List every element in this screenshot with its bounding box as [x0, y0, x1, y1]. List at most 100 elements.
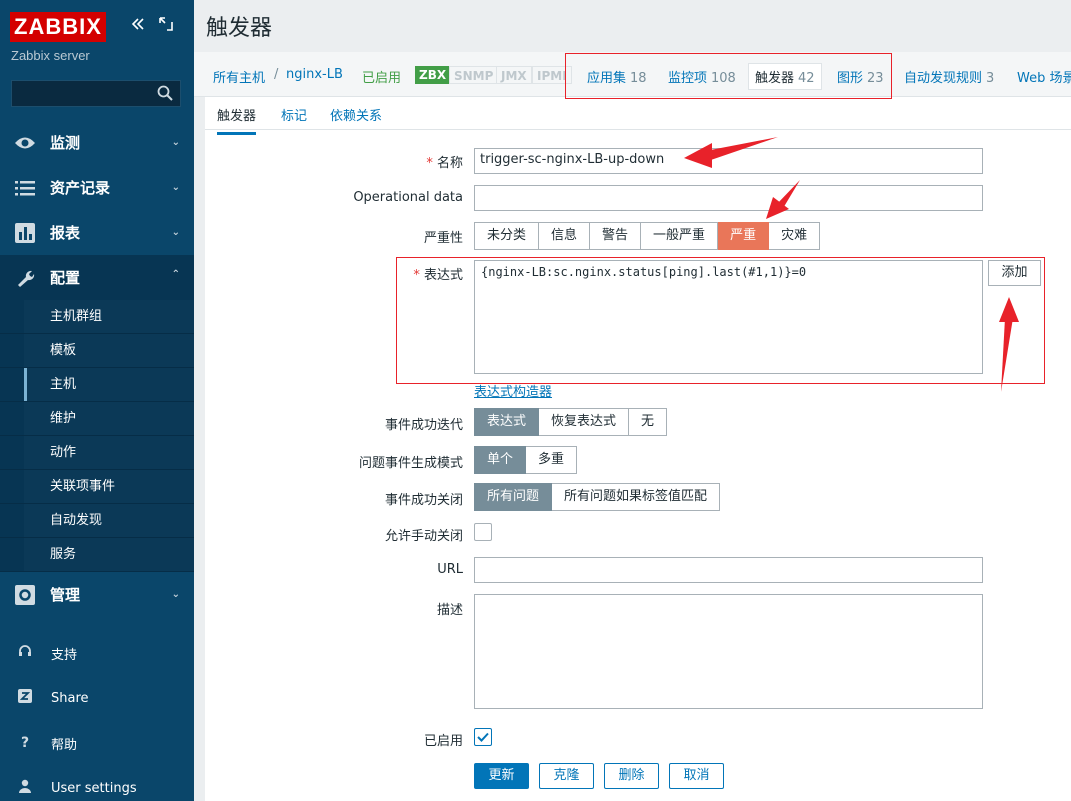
nav-share[interactable]: Share — [0, 680, 194, 716]
breadcrumb-host[interactable]: nginx-LB — [286, 67, 343, 82]
nav-inventory[interactable]: 资产记录 ⌄ — [0, 165, 194, 210]
wrench-icon — [14, 267, 36, 289]
sidebar: ZABBIX Zabbix server 监测 ⌄ 资产记录 ⌄ 报表 ⌄ 配置… — [0, 0, 194, 801]
tab-tags[interactable]: 标记 — [281, 105, 307, 124]
ok-event-selector: 表达式 恢复表达式 无 — [474, 408, 668, 436]
opdata-field[interactable] — [474, 185, 983, 211]
opdata-label: Operational data — [353, 190, 463, 205]
url-field[interactable] — [474, 557, 983, 583]
search-input[interactable] — [11, 80, 181, 107]
check-icon — [477, 732, 489, 742]
zbx-availability-badge: ZBX — [415, 66, 451, 84]
nav-label: 支持 — [51, 647, 78, 663]
list-icon — [14, 177, 36, 199]
logo-row: ZABBIX — [10, 12, 185, 44]
eye-icon — [14, 132, 36, 154]
tab-web-scenarios[interactable]: Web 场景 — [1017, 67, 1071, 86]
nav-support[interactable]: 支持 — [0, 635, 194, 671]
severity-high[interactable]: 严重 — [718, 222, 770, 250]
chevron-up-icon: ⌃ — [171, 269, 180, 280]
name-field[interactable]: trigger-sc-nginx-LB-up-down — [474, 148, 983, 174]
headset-icon — [17, 644, 33, 662]
severity-warning[interactable]: 警告 — [590, 222, 642, 250]
severity-not-classified[interactable]: 未分类 — [474, 222, 540, 250]
chevron-down-icon: ⌄ — [171, 137, 180, 148]
bar-chart-icon — [14, 222, 36, 244]
description-label: 描述 — [436, 603, 463, 618]
severity-average[interactable]: 一般严重 — [641, 222, 719, 250]
tab-discovery-rules[interactable]: 自动发现规则 3 — [904, 67, 994, 86]
ok-event-expression[interactable]: 表达式 — [474, 408, 540, 436]
ok-close-tag-match[interactable]: 所有问题如果标签值匹配 — [552, 483, 721, 511]
jmx-availability-badge: JMX — [496, 66, 532, 84]
nav-reports[interactable]: 报表 ⌄ — [0, 210, 194, 255]
search-icon[interactable] — [156, 84, 174, 102]
enabled-checkbox[interactable] — [474, 728, 492, 746]
breadcrumb-all-hosts[interactable]: 所有主机 — [213, 71, 265, 86]
severity-label: 严重性 — [423, 231, 463, 246]
submenu-maintenance[interactable]: 维护 — [0, 402, 194, 436]
form-tabs: 触发器 标记 依赖关系 — [205, 97, 1071, 135]
nav-label: 配置 — [50, 269, 81, 287]
ok-event-recovery-expression[interactable]: 恢复表达式 — [539, 408, 630, 436]
nav-administration[interactable]: 管理 ⌄ — [0, 572, 194, 617]
submenu-event-correlation[interactable]: 关联项事件 — [0, 470, 194, 504]
nav-monitoring[interactable]: 监测 ⌄ — [0, 120, 194, 165]
host-navigation: 所有主机 / nginx-LB 已启用 ZBX SNMP JMX IPMI 应用… — [194, 52, 1071, 97]
kiosk-mode-icon[interactable] — [156, 16, 176, 36]
tab-items[interactable]: 监控项 108 — [668, 67, 736, 86]
host-status[interactable]: 已启用 — [362, 67, 401, 86]
problem-mode-single[interactable]: 单个 — [474, 446, 527, 474]
chevron-down-icon: ⌄ — [171, 182, 180, 193]
add-expression-button[interactable]: 添加 — [988, 260, 1041, 286]
tab-graphs[interactable]: 图形 23 — [837, 67, 884, 86]
nav-configuration[interactable]: 配置 ⌃ — [0, 255, 194, 300]
submenu-services[interactable]: 服务 — [0, 538, 194, 572]
name-label: * 名称 — [426, 156, 463, 171]
nav-help[interactable]: ? 帮助 — [0, 725, 194, 761]
trigger-form-panel: 触发器 标记 依赖关系 * 名称 trigger-sc-nginx-LB-up-… — [205, 97, 1071, 801]
manual-close-checkbox[interactable] — [474, 523, 492, 541]
ok-close-label: 事件成功关闭 — [384, 493, 463, 508]
cancel-button[interactable]: 取消 — [669, 763, 724, 789]
nav-label: 管理 — [50, 586, 81, 604]
nav-label: 资产记录 — [50, 179, 111, 197]
submenu-templates[interactable]: 模板 — [0, 334, 194, 368]
ok-event-none[interactable]: 无 — [629, 408, 668, 436]
submenu-discovery[interactable]: 自动发现 — [0, 504, 194, 538]
breadcrumb-separator: / — [274, 67, 279, 82]
severity-information[interactable]: 信息 — [539, 222, 591, 250]
ok-close-selector: 所有问题 所有问题如果标签值匹配 — [474, 483, 721, 511]
chevron-down-icon: ⌄ — [171, 227, 180, 238]
submenu-actions[interactable]: 动作 — [0, 436, 194, 470]
severity-disaster[interactable]: 灾难 — [769, 222, 821, 250]
collapse-sidebar-icon[interactable] — [128, 16, 148, 36]
server-name: Zabbix server — [11, 48, 90, 63]
zabbix-logo[interactable]: ZABBIX — [10, 12, 106, 42]
expression-builder-link[interactable]: 表达式构造器 — [474, 381, 552, 400]
share-icon — [17, 689, 33, 707]
clone-button[interactable]: 克隆 — [539, 763, 594, 789]
enabled-label: 已启用 — [423, 734, 463, 749]
update-button[interactable]: 更新 — [474, 763, 529, 789]
nav-label: 帮助 — [51, 737, 78, 753]
url-label: URL — [437, 562, 463, 577]
nav-label: Share — [51, 690, 89, 706]
submenu-hosts[interactable]: 主机 — [0, 368, 194, 402]
ok-close-all-problems[interactable]: 所有问题 — [474, 483, 553, 511]
submenu-host-groups[interactable]: 主机群组 — [0, 300, 194, 334]
expression-textarea[interactable]: {nginx-LB:sc.nginx.status[ping].last(#1,… — [474, 260, 983, 374]
tab-triggers[interactable]: 触发器 42 — [748, 63, 822, 90]
delete-button[interactable]: 删除 — [604, 763, 659, 789]
nav-user-settings[interactable]: User settings — [0, 770, 194, 801]
tab-trigger[interactable]: 触发器 — [217, 105, 257, 135]
description-textarea[interactable] — [474, 594, 983, 709]
snmp-availability-badge: SNMP — [449, 66, 499, 84]
tab-dependencies[interactable]: 依赖关系 — [330, 105, 382, 124]
gear-icon — [14, 584, 36, 606]
expression-label: * 表达式 — [413, 268, 463, 283]
tab-applications[interactable]: 应用集 18 — [587, 67, 647, 86]
chevron-down-icon: ⌄ — [171, 589, 180, 600]
user-icon — [17, 779, 33, 797]
problem-mode-multiple[interactable]: 多重 — [526, 446, 578, 474]
